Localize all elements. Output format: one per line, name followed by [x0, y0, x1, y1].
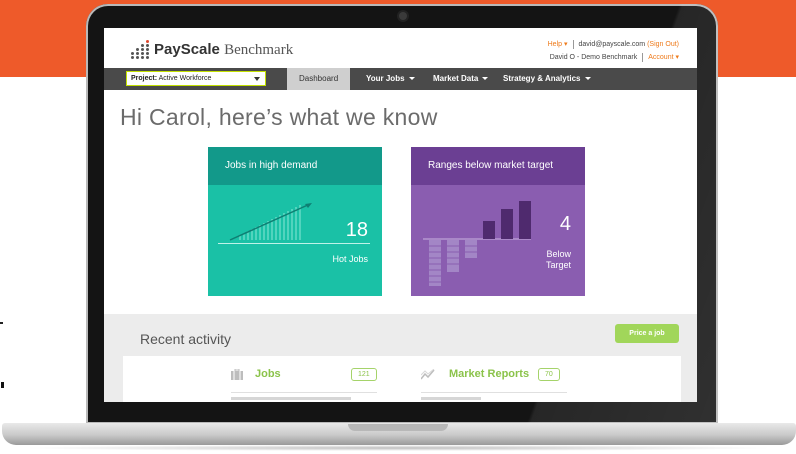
- project-select-value: Active Workforce: [158, 75, 212, 82]
- briefcase-icon: [231, 369, 243, 380]
- nav-dashboard[interactable]: Dashboard: [287, 68, 351, 90]
- jobs-link[interactable]: Jobs: [255, 368, 281, 380]
- nav-market-data[interactable]: Market Data: [433, 68, 489, 90]
- rising-bars-icon: [229, 203, 312, 241]
- below-target-count: 4: [559, 213, 571, 235]
- help-menu[interactable]: Help ▾: [548, 41, 568, 48]
- account-label: Account: [648, 54, 674, 61]
- card-title: Ranges below market target: [411, 147, 585, 185]
- hot-jobs-label: Hot Jobs: [332, 254, 368, 264]
- trend-chart-icon: [421, 369, 435, 380]
- app-header: PayScale Benchmark Help ▾ david@payscale.…: [104, 28, 697, 68]
- chevron-down-icon: [584, 77, 591, 81]
- project-select[interactable]: Project: Active Workforce: [126, 71, 266, 86]
- main-navbar: Project: Active Workforce Dashboard Your…: [104, 68, 697, 90]
- laptop-opening-notch: [348, 424, 448, 431]
- price-a-job-button[interactable]: Price a job: [615, 324, 679, 343]
- high-demand-card[interactable]: Jobs in high demand 18 Hot Jobs: [208, 147, 382, 296]
- brand-name-bold: PayScale: [154, 41, 220, 58]
- jobs-divider: [231, 392, 377, 393]
- page-edge-marks: [0, 300, 20, 400]
- jobs-row-preview: [231, 397, 351, 400]
- range-bars-icon: [423, 201, 531, 286]
- nav-market-data-label: Market Data: [433, 74, 479, 83]
- brand-logo[interactable]: PayScale Benchmark: [154, 41, 293, 59]
- account-name: David O - Demo Benchmark: [549, 54, 638, 61]
- project-select-label: Project:: [131, 75, 158, 82]
- card-title: Jobs in high demand: [208, 147, 382, 185]
- nav-your-jobs-label: Your Jobs: [366, 74, 405, 83]
- below-target-label-line2: Target: [545, 260, 571, 270]
- chevron-down-icon: [408, 77, 415, 81]
- market-reports-divider: [421, 392, 567, 393]
- user-top-line: Help ▾ david@payscale.com (Sign Out): [548, 38, 679, 51]
- recent-activity-section: Recent activity Price a job Jobs 121 Mar…: [104, 314, 697, 402]
- user-bottom-line: David O - Demo Benchmark Account ▾: [548, 51, 679, 64]
- nav-strategy-analytics[interactable]: Strategy & Analytics: [503, 68, 591, 90]
- chevron-down-icon: [254, 77, 260, 81]
- activity-panel: Jobs 121 Market Reports 70: [123, 356, 681, 402]
- below-target-label-line1: Below: [546, 249, 571, 259]
- below-target-label: Below Target: [546, 249, 571, 271]
- page-title: Hi Carol, here’s what we know: [120, 104, 438, 130]
- market-reports-row-preview: [421, 397, 481, 400]
- laptop-shadow: [20, 445, 776, 451]
- below-target-card[interactable]: Ranges below market target 4 Below Targe…: [411, 147, 585, 296]
- hot-jobs-count: 18: [345, 219, 368, 241]
- jobs-count-badge: 121: [351, 368, 377, 381]
- help-label: Help: [547, 41, 563, 48]
- user-email: david@payscale.com: [578, 41, 646, 48]
- market-reports-link[interactable]: Market Reports: [449, 368, 529, 380]
- chevron-down-icon: [482, 77, 489, 81]
- sign-out-link[interactable]: (Sign Out): [647, 41, 679, 48]
- market-reports-count-badge: 70: [538, 368, 560, 381]
- account-menu[interactable]: Account ▾: [648, 54, 679, 61]
- nav-your-jobs[interactable]: Your Jobs: [366, 68, 415, 90]
- nav-strategy-label: Strategy & Analytics: [503, 74, 581, 83]
- webcam: [399, 12, 407, 20]
- brand-name-light: Benchmark: [224, 42, 294, 58]
- laptop-screen: PayScale Benchmark Help ▾ david@payscale.…: [104, 28, 697, 402]
- user-menu-area: Help ▾ david@payscale.com (Sign Out) Davi…: [548, 38, 679, 64]
- edge-mark: [0, 322, 3, 324]
- recent-activity-title: Recent activity: [140, 331, 232, 347]
- edge-mark: [1, 382, 4, 388]
- card-divider: [218, 243, 370, 244]
- payscale-logo-icon: [130, 40, 150, 60]
